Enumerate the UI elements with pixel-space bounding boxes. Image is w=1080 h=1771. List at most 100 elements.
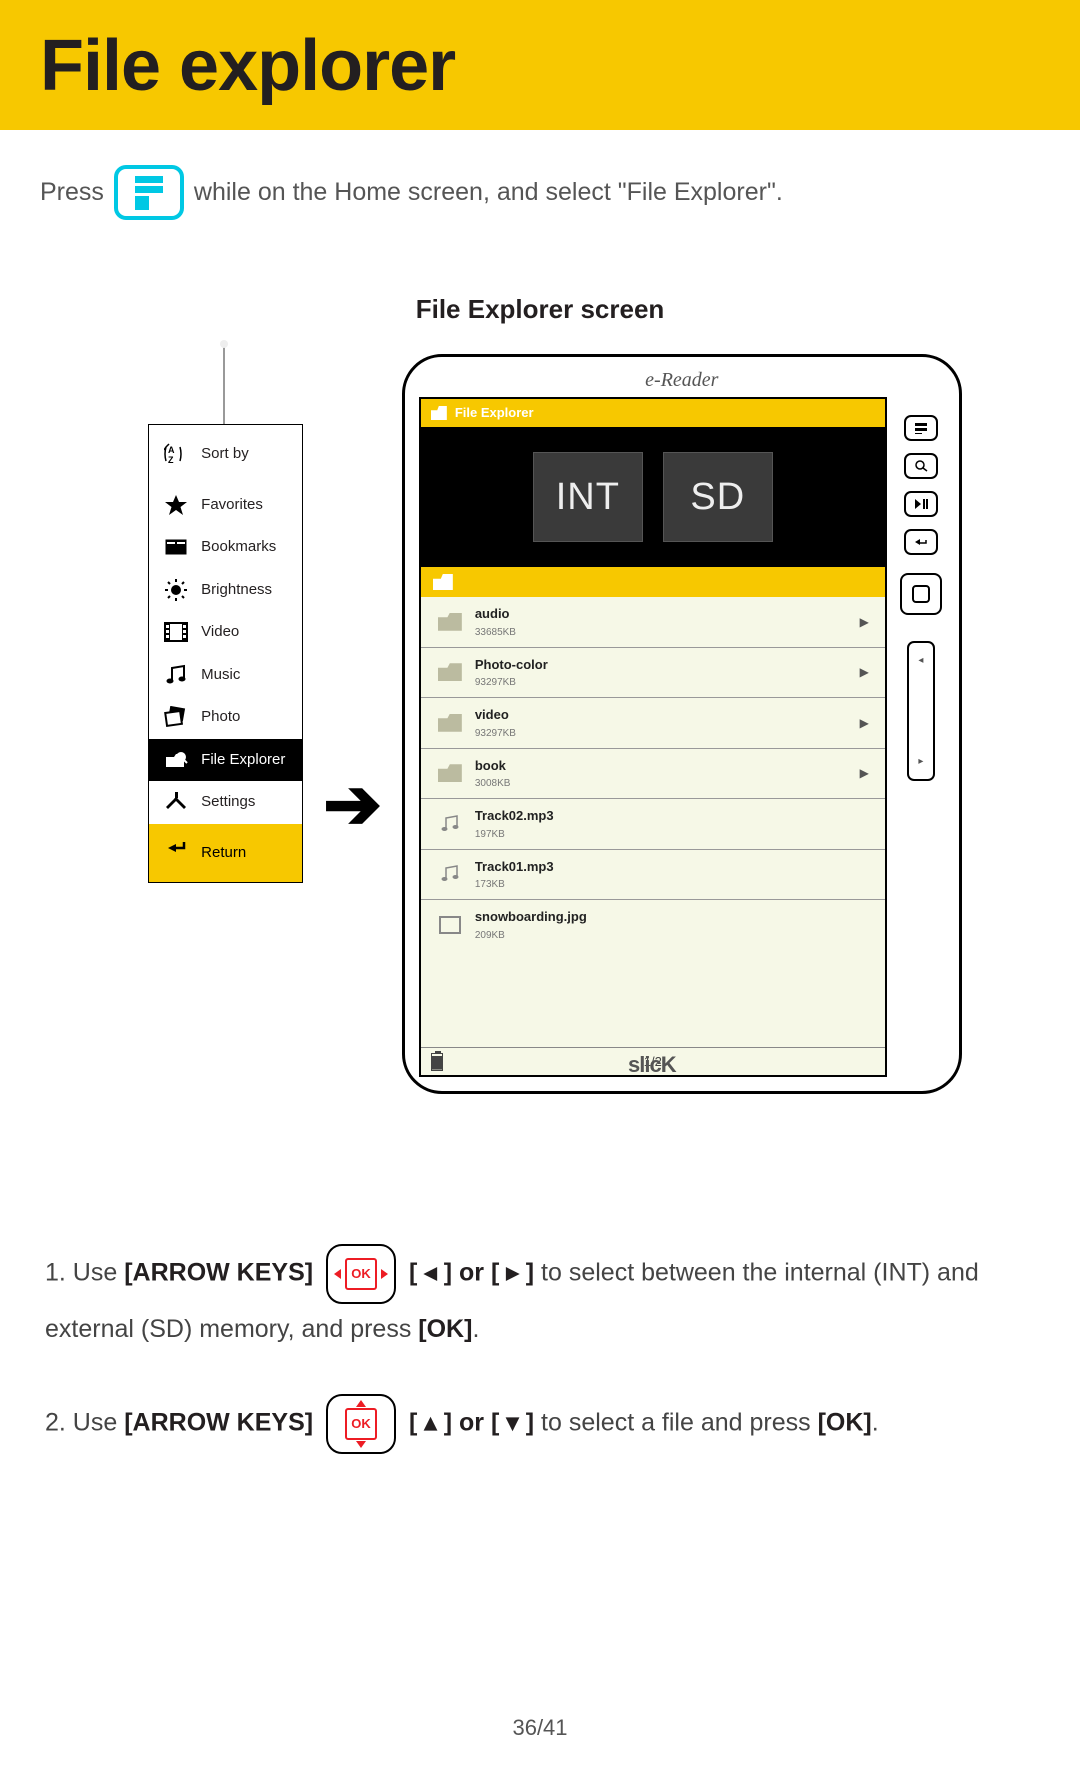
menu-item-return[interactable]: Return (149, 824, 302, 883)
menu-item-music[interactable]: Music (149, 654, 302, 697)
file-name: snowboarding.jpg (475, 907, 869, 927)
menu-label: Brightness (201, 579, 272, 602)
folder-icon (437, 762, 463, 784)
folder-icon (431, 406, 447, 420)
menu-label: File Explorer (201, 749, 285, 772)
music-icon (163, 664, 189, 686)
chevron-right-icon: ▶ (860, 663, 869, 681)
side-menu: AZ Sort by Favorites Bookmarks Brightnes… (148, 424, 303, 883)
menu-label: Return (201, 842, 246, 865)
file-size: 209KB (475, 928, 869, 943)
menu-label: Photo (201, 706, 240, 729)
file-row[interactable]: audio33685KB ▶ (421, 597, 885, 648)
file-name: Track01.mp3 (475, 857, 869, 877)
diagram-caption: File Explorer screen (40, 290, 1040, 329)
folder-icon (437, 661, 463, 683)
folder-icon (437, 611, 463, 633)
menu-label: Settings (201, 791, 255, 814)
menu-item-settings[interactable]: Settings (149, 781, 302, 824)
chevron-right-icon: ▶ (860, 613, 869, 631)
file-row[interactable]: Track02.mp3197KB (421, 799, 885, 850)
menu-item-brightness[interactable]: Brightness (149, 569, 302, 612)
arrow-hint: [ ▴ ] or [ ▾ ] (409, 1409, 541, 1437)
step-number: 1. (45, 1259, 73, 1287)
drive-sd[interactable]: SD (663, 452, 773, 542)
menu-label: Video (201, 621, 239, 644)
music-icon (437, 813, 463, 835)
file-list: audio33685KB ▶ Photo-color93297KB ▶ vide… (421, 597, 885, 1047)
device-play-button[interactable] (904, 491, 938, 517)
instruction-step-1: 1. Use [ARROW KEYS] OK [ ◂ ] or [ ▸ ] to… (45, 1244, 1035, 1354)
file-row[interactable]: video93297KB ▶ (421, 698, 885, 749)
folder-icon (437, 712, 463, 734)
intro-post: while on the Home screen, and select "Fi… (194, 174, 783, 212)
device-zoom-button[interactable] (904, 453, 938, 479)
arrow-right-icon: ➔ (323, 752, 382, 857)
device-brand: slicK (405, 1048, 899, 1081)
device-frame: e-Reader File Explorer INT SD audio33685 (402, 354, 962, 1094)
path-bar (421, 567, 885, 597)
file-row[interactable]: Photo-color93297KB ▶ (421, 648, 885, 699)
screen-titlebar: File Explorer (421, 399, 885, 427)
triangle-up-icon: ◂ (918, 653, 923, 668)
arrow-hint: [ ◂ ] or [ ▸ ] (409, 1259, 541, 1287)
menu-label: Sort by (201, 443, 249, 466)
device-scroll-button[interactable]: ◂▸ (907, 641, 935, 781)
page-title: File explorer (40, 25, 1040, 107)
triangle-down-icon: ▸ (918, 754, 923, 769)
instructions: 1. Use [ARROW KEYS] OK [ ◂ ] or [ ▸ ] to… (40, 1244, 1040, 1454)
device-side-buttons: ◂▸ (897, 415, 945, 1077)
device-ok-button[interactable] (900, 573, 942, 615)
menu-item-bookmarks[interactable]: Bookmarks (149, 526, 302, 569)
file-row[interactable]: snowboarding.jpg209KB (421, 900, 885, 950)
device-top-label: e-Reader (405, 365, 959, 395)
image-icon (437, 914, 463, 936)
body: Press while on the Home screen, and sele… (0, 130, 1080, 1454)
arrow-keys-label: [ARROW KEYS] (124, 1409, 313, 1437)
bookmark-icon (163, 536, 189, 558)
menu-item-video[interactable]: Video (149, 611, 302, 654)
device-menu-button[interactable] (904, 415, 938, 441)
menu-item-photo[interactable]: Photo (149, 696, 302, 739)
brightness-icon (163, 579, 189, 601)
device-screen: File Explorer INT SD audio33685KB ▶ (419, 397, 887, 1077)
settings-icon (163, 791, 189, 813)
file-name: video (475, 705, 848, 725)
instruction-step-2: 2. Use [ARROW KEYS] OK [ ▴ ] or [ ▾ ] to… (45, 1394, 1035, 1454)
arrow-keys-label: [ARROW KEYS] (124, 1259, 313, 1287)
file-size: 197KB (475, 827, 869, 842)
menu-pointer-stick (223, 344, 225, 424)
intro-line: Press while on the Home screen, and sele… (40, 165, 1040, 220)
svg-text:Z: Z (168, 455, 174, 465)
menu-item-favorites[interactable]: Favorites (149, 484, 302, 527)
sort-icon: AZ (163, 443, 189, 465)
drive-internal[interactable]: INT (533, 452, 643, 542)
file-name: Track02.mp3 (475, 806, 869, 826)
file-name: audio (475, 604, 848, 624)
menu-item-file-explorer[interactable]: File Explorer (149, 739, 302, 782)
file-row[interactable]: book3008KB ▶ (421, 749, 885, 800)
diagram-row: AZ Sort by Favorites Bookmarks Brightnes… (40, 354, 1040, 1094)
star-icon (163, 494, 189, 516)
file-size: 173KB (475, 877, 869, 892)
menu-label: Bookmarks (201, 536, 276, 559)
file-size: 93297KB (475, 675, 848, 690)
menu-button-icon (114, 165, 184, 220)
svg-text:A: A (168, 445, 175, 455)
drive-row: INT SD (421, 427, 885, 567)
file-explorer-icon (163, 749, 189, 771)
chevron-right-icon: ▶ (860, 764, 869, 782)
file-size: 33685KB (475, 625, 848, 640)
file-row[interactable]: Track01.mp3173KB (421, 850, 885, 901)
photo-icon (163, 706, 189, 728)
menu-label: Music (201, 664, 240, 687)
ok-label: [OK] (818, 1409, 872, 1437)
step-number: 2. (45, 1409, 73, 1437)
ok-horizontal-icon: OK (326, 1244, 396, 1304)
file-size: 3008KB (475, 776, 848, 791)
menu-label: Favorites (201, 494, 263, 517)
ok-label: [OK] (418, 1315, 472, 1343)
folder-icon (433, 574, 453, 590)
device-back-button[interactable] (904, 529, 938, 555)
menu-item-sortby[interactable]: AZ Sort by (149, 425, 302, 484)
